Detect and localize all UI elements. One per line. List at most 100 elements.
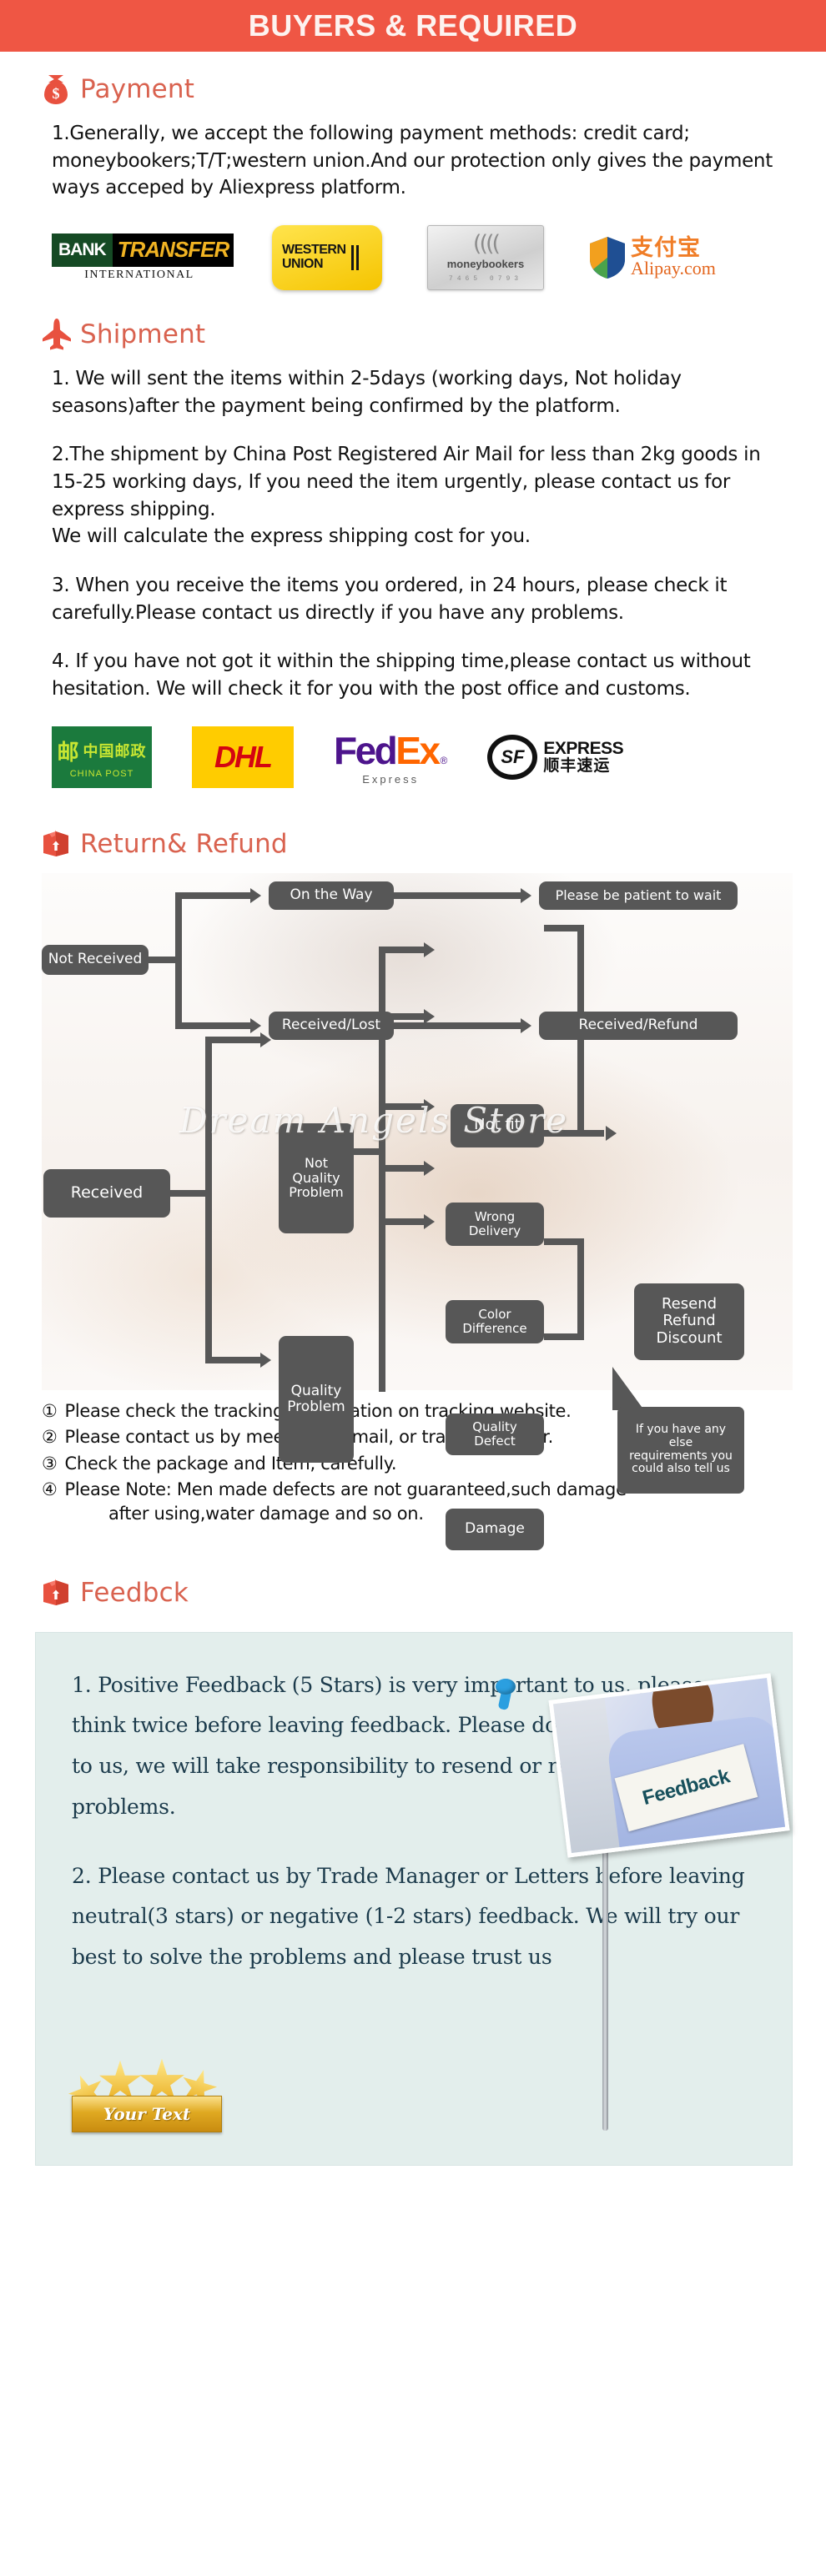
flow-connector [175,891,250,899]
flow-connector [577,1238,584,1340]
flow-connector [379,1102,424,1110]
flow-connector [379,1164,424,1172]
returns-heading: Return& Refund [80,828,288,859]
pen-icon [602,1813,608,2131]
dhl-text: DHL [214,739,273,774]
payment-paragraph: 1.Generally, we accept the following pay… [52,123,773,199]
note-number: ③ [42,1453,58,1474]
section-header-payment: $ Payment [0,73,826,105]
shipment-paragraph-4: 4. If you have not got it within the shi… [52,650,751,700]
china-post-logo: 邮 中国邮政 CHINA POST [52,726,152,788]
flow-connector [205,1036,260,1043]
sf-express-logo: SF EXPRESS 顺丰速运 [487,734,624,780]
china-post-cn: 中国邮政 [83,743,147,761]
bank-transfer-logo: BANK TRANSFER INTERNATIONAL [52,233,234,282]
note-number: ④ [42,1479,58,1500]
section-header-shipment: Shipment [0,318,826,350]
note-number: ① [42,1400,58,1421]
shipment-paragraph-3: 3. When you receive the items you ordere… [52,574,728,624]
money-bag-icon: $ [42,73,70,105]
flow-arrow-icon [250,887,261,903]
alipay-logo: 支付宝 Alipay.com [589,236,716,279]
flow-arrow-icon [424,942,435,957]
fedex-ex-text: Ex [395,729,441,773]
bank-transfer-sub: INTERNATIONAL [84,268,194,281]
sf-express-en: EXPRESS [543,738,624,758]
flow-arrow-icon [250,1017,261,1033]
flow-connector [170,1189,210,1197]
callout-tail-icon [612,1366,644,1410]
flow-arrow-icon [424,1098,435,1114]
alipay-com-text: Alipay.com [631,258,716,279]
flow-arrow-icon [260,1352,271,1368]
fedex-sub-text: Express [362,773,420,786]
flow-connector [379,1218,424,1225]
pushpin-icon [491,1679,519,1714]
flow-arrow-icon [424,1160,435,1176]
flow-node-received: Received [43,1168,170,1218]
flow-callout-extra-requirements: If you have any else requirements you co… [617,1406,744,1494]
china-post-mark-icon: 邮 [57,740,79,766]
moneybookers-arcs-icon: (((( [472,230,501,257]
flow-connector [394,891,521,899]
sf-express-cn: 顺丰速运 [543,756,611,775]
note-text: Please Note: Men made defects are not gu… [64,1479,627,1500]
bank-transfer-word1: BANK [52,233,113,267]
bank-transfer-word2: TRANSFER [112,233,234,267]
page-banner: BUYERS & REQUIRED [0,0,826,52]
fedex-registered-mark: ® [440,755,448,767]
flow-node-received-refund: Received/Refund [539,1011,738,1040]
flow-connector [544,1129,604,1137]
flow-node-not-fit: Not fit [451,1103,544,1147]
feedback-heading: Feedbck [80,1577,189,1608]
return-box-icon [42,828,70,860]
flow-node-damage: Damage [446,1508,544,1550]
airplane-icon [42,318,71,350]
fedex-logo: Fed Ex ® Express [334,728,447,786]
flow-connector [175,891,182,1027]
flow-arrow-icon [521,887,531,903]
fedex-fed-text: Fed [334,729,398,773]
shipment-paragraph-1: 1. We will sent the items within 2-5days… [52,367,682,417]
sf-mark-icon: SF [487,734,538,780]
flow-arrow-icon [424,1213,435,1229]
flow-arrow-icon [424,1008,435,1024]
payment-heading: Payment [80,74,195,104]
moneybookers-digits: 7465 0793 [448,274,523,283]
flow-connector [394,1022,521,1029]
note-number: ② [42,1427,58,1448]
flow-node-wrong-delivery: Wrong Delivery [446,1202,544,1246]
badge-text: Your Text [103,2103,191,2124]
western-union-line1: WESTERN [282,243,346,258]
flow-node-received-lost: Received/Lost [269,1011,394,1040]
returns-flowchart: Dream Angels Store Not Received On the W… [42,872,793,1550]
note-continuation: after using,water damage and so on. [108,1503,424,1524]
feedback-photo: Feedback [548,1673,790,1858]
flow-node-quality-defect: Quality Defect [446,1413,544,1455]
western-union-logo: WESTERN UNION [272,224,382,290]
dhl-logo: DHL [192,726,294,788]
china-post-en: CHINA POST [69,768,134,779]
flow-connector [175,1022,250,1029]
section-header-returns: Return& Refund [0,828,826,860]
western-union-bars-icon [350,244,359,270]
flow-connector [205,1356,260,1363]
moneybookers-label: moneybookers [446,257,525,270]
feedback-box-icon [42,1577,70,1609]
flow-connector [205,1036,212,1363]
flow-node-color-difference: Color Difference [446,1299,544,1343]
shield-icon [589,236,626,279]
feedback-paragraph-2: 2. Please contact us by Trade Manager or… [72,1863,745,1970]
flow-node-on-the-way: On the Way [269,881,394,910]
feedback-sign-text: Feedback [640,1765,733,1810]
western-union-line2: UNION [282,256,324,271]
flow-node-please-wait: Please be patient to wait [539,881,738,910]
flow-node-quality-problem: Quality Problem [279,1335,354,1463]
flow-arrow-icon [606,1125,617,1141]
banner-title: BUYERS & REQUIRED [248,8,578,43]
shipment-paragraph-2: 2.The shipment by China Post Registered … [52,444,761,548]
flow-node-not-quality-problem: Not Quality Problem [279,1122,354,1233]
moneybookers-logo: (((( moneybookers 7465 0793 [427,224,544,290]
payment-logo-row: BANK TRANSFER INTERNATIONAL WESTERN UNIO… [0,224,826,290]
flow-connector [379,1102,385,1392]
